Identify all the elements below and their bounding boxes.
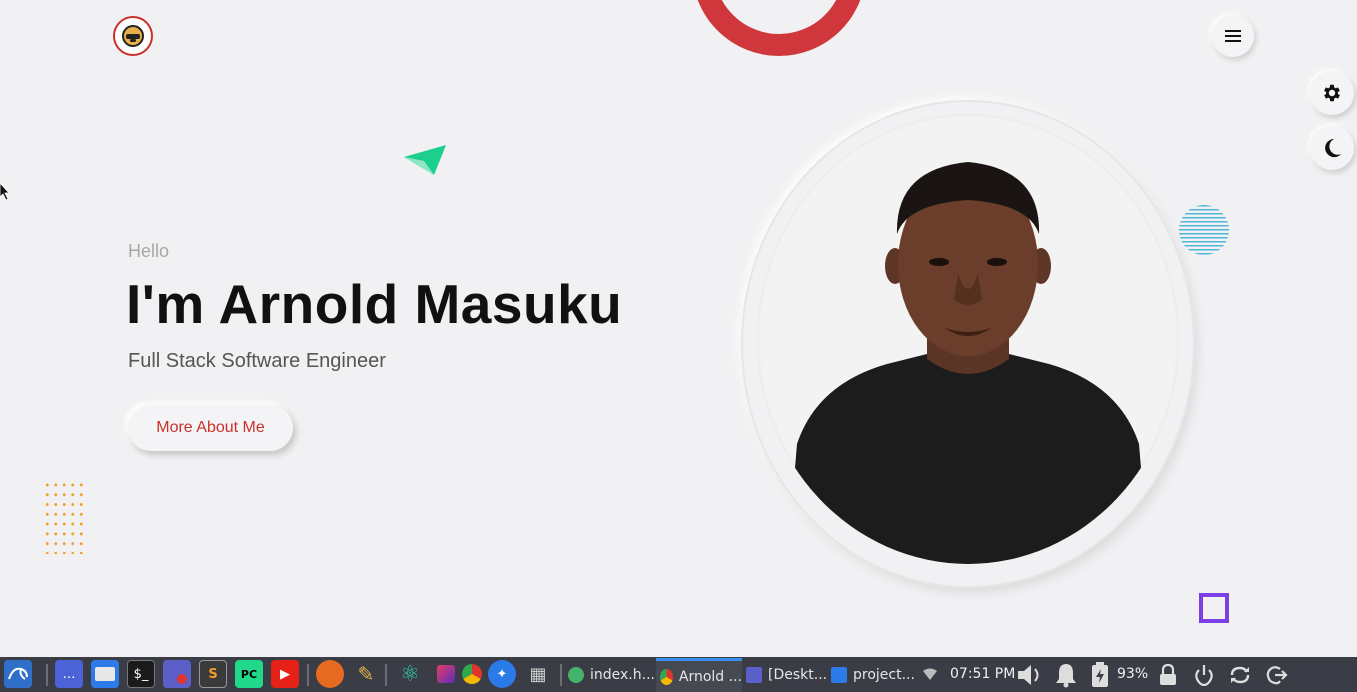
- logout-icon[interactable]: [1266, 664, 1288, 686]
- task-index[interactable]: index.h...: [568, 658, 656, 692]
- sublime-text-icon[interactable]: S: [199, 660, 227, 688]
- power-icon[interactable]: [1194, 664, 1214, 686]
- remote-desktop-icon: [746, 667, 762, 683]
- atom-icon: [568, 667, 584, 683]
- show-desktop-icon[interactable]: …: [55, 660, 83, 688]
- battery-charging-icon[interactable]: [1090, 662, 1110, 688]
- screen-recorder-icon[interactable]: [163, 660, 191, 688]
- taskbar-separator: [307, 664, 309, 686]
- settings-button[interactable]: [1310, 71, 1354, 115]
- chrome-icon[interactable]: [458, 660, 486, 688]
- burp-suite-icon[interactable]: [432, 660, 460, 688]
- portfolio-page: Hello I'm Arnold Masuku Full Stack Softw…: [0, 0, 1357, 657]
- clock[interactable]: 07:51 PM: [950, 666, 1015, 682]
- more-about-me-button[interactable]: More About Me: [128, 405, 293, 451]
- taskbar-separator: [46, 664, 48, 686]
- youtube-icon[interactable]: ▶: [271, 660, 299, 688]
- pycharm-icon[interactable]: PC: [235, 660, 263, 688]
- dot-grid-decoration: [43, 480, 83, 554]
- volume-icon[interactable]: [1016, 663, 1044, 687]
- avatar-logo-icon: [122, 25, 144, 47]
- moon-icon: [1325, 138, 1342, 158]
- atom-editor-icon[interactable]: ⚛: [396, 660, 424, 688]
- task-project[interactable]: project...: [831, 658, 915, 692]
- browser-compass-icon[interactable]: ✦: [488, 660, 516, 688]
- task-desktop[interactable]: [Deskt...: [746, 658, 828, 692]
- lock-icon[interactable]: [1159, 664, 1177, 686]
- hero-greeting: Hello: [128, 241, 170, 261]
- chrome-icon: [660, 668, 673, 685]
- task-label: [Deskt...: [768, 667, 828, 683]
- site-logo[interactable]: [113, 16, 153, 56]
- theme-toggle-button[interactable]: [1310, 126, 1354, 170]
- kali-menu-icon[interactable]: [4, 660, 32, 688]
- notification-bell-icon[interactable]: [1055, 662, 1077, 688]
- mouse-cursor-icon: [0, 183, 10, 201]
- file-manager-icon[interactable]: [91, 660, 119, 688]
- taskbar-separator: [560, 664, 562, 686]
- task-label: Arnold ...: [678, 668, 742, 685]
- terminal-icon[interactable]: $_: [127, 660, 155, 688]
- task-browser[interactable]: Arnold ...: [656, 658, 742, 692]
- taskbar-separator: [385, 664, 387, 686]
- striped-circle-decoration: [1179, 205, 1229, 255]
- paper-plane-decoration: [404, 145, 446, 175]
- video-editor-icon[interactable]: ▦: [524, 660, 552, 688]
- decorative-ring: [692, 0, 866, 56]
- hero-role: Full Stack Software Engineer: [128, 350, 386, 372]
- battery-level: 93%: [1117, 666, 1149, 682]
- square-outline-decoration: [1199, 593, 1229, 623]
- firefox-icon[interactable]: [316, 660, 344, 688]
- profile-photo: [757, 114, 1179, 564]
- paint-brush-icon[interactable]: ✎: [352, 660, 380, 688]
- gear-icon: [1324, 84, 1340, 102]
- wifi-icon[interactable]: [922, 667, 938, 681]
- task-label: project...: [853, 667, 915, 683]
- refresh-icon[interactable]: [1228, 664, 1252, 686]
- folder-icon: [831, 667, 847, 683]
- hero-name: I'm Arnold Masuku: [126, 273, 623, 335]
- menu-button[interactable]: [1212, 15, 1254, 57]
- task-label: index.h...: [590, 667, 655, 683]
- hamburger-menu-icon: [1225, 30, 1241, 42]
